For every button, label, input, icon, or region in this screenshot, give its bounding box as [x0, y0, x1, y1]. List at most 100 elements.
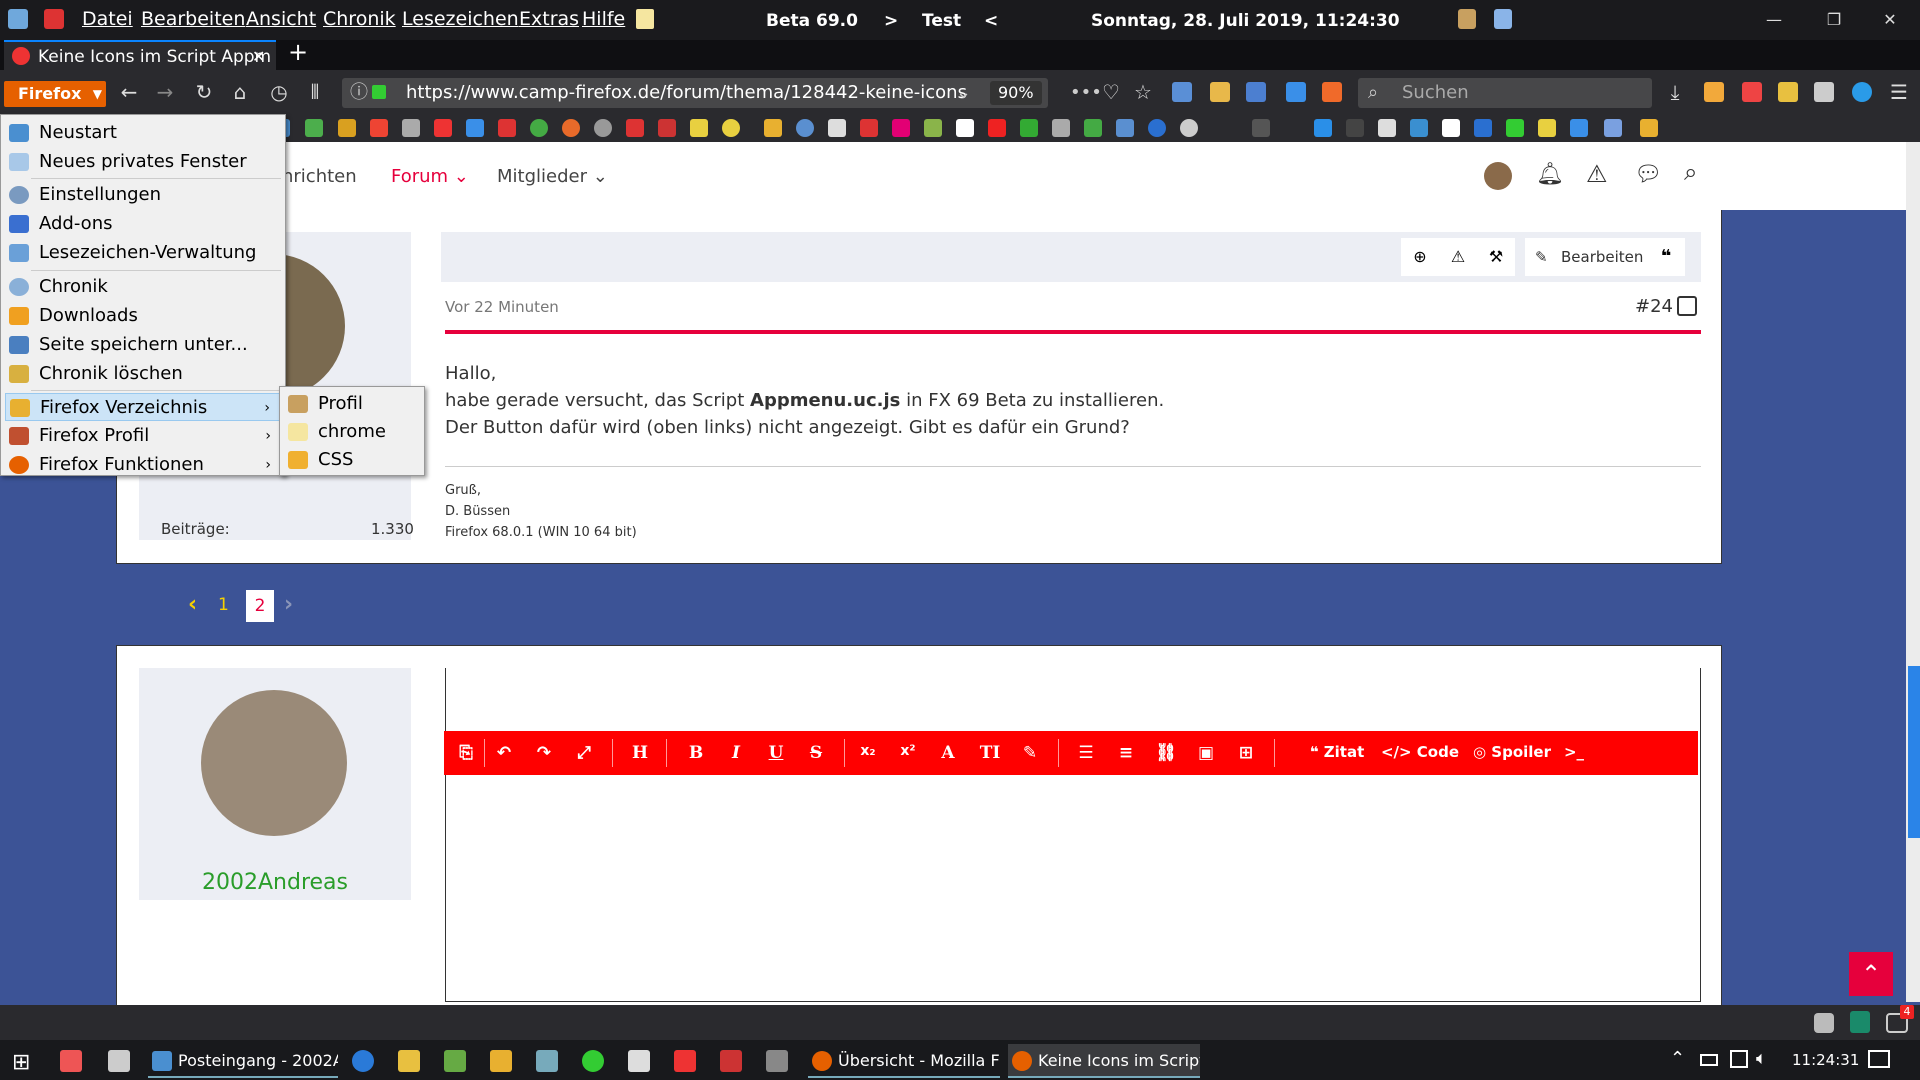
page-scrollbar[interactable] [1906, 142, 1920, 1002]
download-icon[interactable]: ⤓ [1662, 80, 1688, 104]
menu-chronik[interactable]: Chronik [323, 8, 396, 30]
zoom-level[interactable]: 90% [990, 81, 1042, 105]
strikethrough-icon[interactable]: S [804, 743, 828, 763]
bookmark-icon-9[interactable] [530, 119, 548, 137]
font-size-icon[interactable]: TI [976, 743, 1004, 763]
menu-ansicht[interactable]: Ansicht [246, 8, 316, 30]
back-icon[interactable]: ← [116, 80, 142, 104]
taskbar-app-3[interactable] [444, 1050, 466, 1072]
bookmark-icon-34[interactable] [1410, 119, 1428, 137]
superscript-icon[interactable]: x² [896, 743, 920, 759]
bookmark-icon-5[interactable] [402, 119, 420, 137]
italic-icon[interactable]: I [724, 743, 748, 763]
bookmark-icon-36[interactable] [1474, 119, 1492, 137]
bookmark-icon-25[interactable] [1052, 119, 1070, 137]
scroll-to-top-button[interactable]: ⌃ [1849, 952, 1893, 996]
home-icon[interactable]: ⌂ [227, 80, 253, 104]
bookmark-icon-11[interactable] [594, 119, 612, 137]
bookmark-icon-32[interactable] [1346, 119, 1364, 137]
report-icon[interactable]: ⚠ [1439, 238, 1477, 276]
taskbar-app-5[interactable] [536, 1050, 558, 1072]
page-2-current[interactable]: 2 [246, 590, 274, 622]
ext-icon-2[interactable] [1210, 82, 1230, 102]
bookmark-icon-10[interactable] [562, 119, 580, 137]
post-select-checkbox[interactable] [1677, 296, 1697, 316]
heading-icon[interactable]: H [628, 743, 652, 763]
taskbar-app-2[interactable] [108, 1050, 130, 1072]
menu-item-addons[interactable]: Add-ons [5, 210, 281, 238]
redo-icon[interactable]: ↷ [532, 743, 556, 763]
firefox-appmenu-button[interactable]: Firefox ▼ [4, 81, 106, 107]
taskbar-app-4[interactable] [490, 1050, 512, 1072]
bold-icon[interactable]: B [684, 743, 708, 763]
reply-username[interactable]: 2002Andreas [139, 870, 411, 895]
bookmark-icon-29[interactable] [1180, 119, 1198, 137]
bookmark-icon-35[interactable] [1442, 119, 1460, 137]
page-1[interactable]: 1 [218, 595, 229, 615]
windows-start-icon[interactable]: ⊞ [12, 1050, 30, 1075]
taskbar-app-8[interactable] [674, 1050, 696, 1072]
ext-icon-3[interactable] [1246, 82, 1266, 102]
minimize-button[interactable]: — [1744, 6, 1804, 34]
tray-battery-icon[interactable] [1700, 1054, 1718, 1066]
bookmark-icon-16[interactable] [764, 119, 782, 137]
page-scrollbar-thumb[interactable] [1908, 666, 1920, 838]
submenu-item-css[interactable]: CSS [284, 446, 420, 474]
action-center-icon[interactable] [1868, 1050, 1890, 1068]
reload-icon[interactable]: ↻ [191, 80, 217, 104]
menu-item-firefox-verzeichnis[interactable]: Firefox Verzeichnis › [5, 393, 281, 421]
undo-icon[interactable]: ↶ [492, 743, 516, 763]
bookmark-icon-30[interactable] [1252, 119, 1270, 137]
bookmark-icon-13[interactable] [658, 119, 676, 137]
taskbar-app-7[interactable] [628, 1050, 650, 1072]
bookmark-icon-22[interactable] [956, 119, 974, 137]
submenu-item-chrome[interactable]: chrome [284, 418, 420, 446]
bookmark-icon-2[interactable] [305, 119, 323, 137]
bookmark-icon-14[interactable] [690, 119, 708, 137]
quote-icon[interactable]: ❝ [1647, 238, 1685, 276]
taskbar-task-firefox-overview[interactable]: Übersicht - Mozilla Fir... [808, 1044, 1000, 1078]
menu-datei[interactable]: Datei [82, 8, 133, 30]
menu-item-bookmarks-manager[interactable]: Lesezeichen-Verwaltung [5, 239, 281, 267]
brush-icon[interactable] [1458, 9, 1476, 29]
calendar-icon[interactable] [44, 9, 64, 29]
menu-item-clear-history[interactable]: Chronik löschen [5, 360, 281, 388]
info-icon[interactable]: ⓘ [350, 78, 368, 108]
menu-item-downloads[interactable]: Downloads [5, 302, 281, 330]
bookmark-icon-39[interactable] [1570, 119, 1588, 137]
editor-frame[interactable] [445, 668, 1701, 1002]
site-search-icon[interactable]: ⌕ [1684, 158, 1697, 186]
bookmark-icon-8[interactable] [498, 119, 516, 137]
ext-icon-1[interactable] [1172, 82, 1192, 102]
bookmark-star-icon[interactable]: ☆ [1130, 80, 1156, 104]
bookmark-icon-23[interactable] [988, 119, 1006, 137]
terminal-icon[interactable]: >_ [1544, 743, 1604, 761]
ext-icon-6[interactable] [1704, 82, 1724, 102]
menu-item-chronik[interactable]: Chronik [5, 273, 281, 301]
globe-icon[interactable]: ⊕ [1401, 238, 1439, 276]
close-window-button[interactable]: ✕ [1860, 6, 1920, 34]
menu-item-private-window[interactable]: Neues privates Fenster [5, 148, 281, 176]
bookmark-icon-33[interactable] [1378, 119, 1396, 137]
stylus-icon[interactable] [1850, 1011, 1870, 1033]
save-icon[interactable] [1494, 9, 1512, 29]
menu-item-firefox-funktionen[interactable]: Firefox Funktionen › [5, 451, 281, 479]
tray-network-icon[interactable] [1730, 1050, 1748, 1068]
warning-icon[interactable]: ⚠ [1586, 160, 1608, 188]
moderate-icon[interactable]: ⚒ [1477, 238, 1515, 276]
align-icon[interactable]: ≡ [1114, 743, 1138, 763]
menu-extras[interactable]: Extras [519, 8, 579, 30]
bookmark-icon-21[interactable] [924, 119, 942, 137]
taskbar-task-mail[interactable]: Posteingang - 2002An... [148, 1044, 338, 1078]
sync-icon[interactable] [1852, 82, 1872, 102]
underline-icon[interactable]: U [764, 743, 788, 763]
ext-icon-8[interactable] [1778, 82, 1798, 102]
menu-item-einstellungen[interactable]: Einstellungen [5, 181, 281, 209]
maximize-icon[interactable]: ⤢ [572, 743, 596, 763]
app-icon[interactable] [8, 9, 28, 29]
next-page-icon[interactable]: › [284, 592, 293, 617]
taskbar-app-9[interactable] [720, 1050, 742, 1072]
bookmark-icon-26[interactable] [1084, 119, 1102, 137]
restore-button[interactable]: ❐ [1804, 6, 1864, 34]
bookmark-icon-37[interactable] [1506, 119, 1524, 137]
